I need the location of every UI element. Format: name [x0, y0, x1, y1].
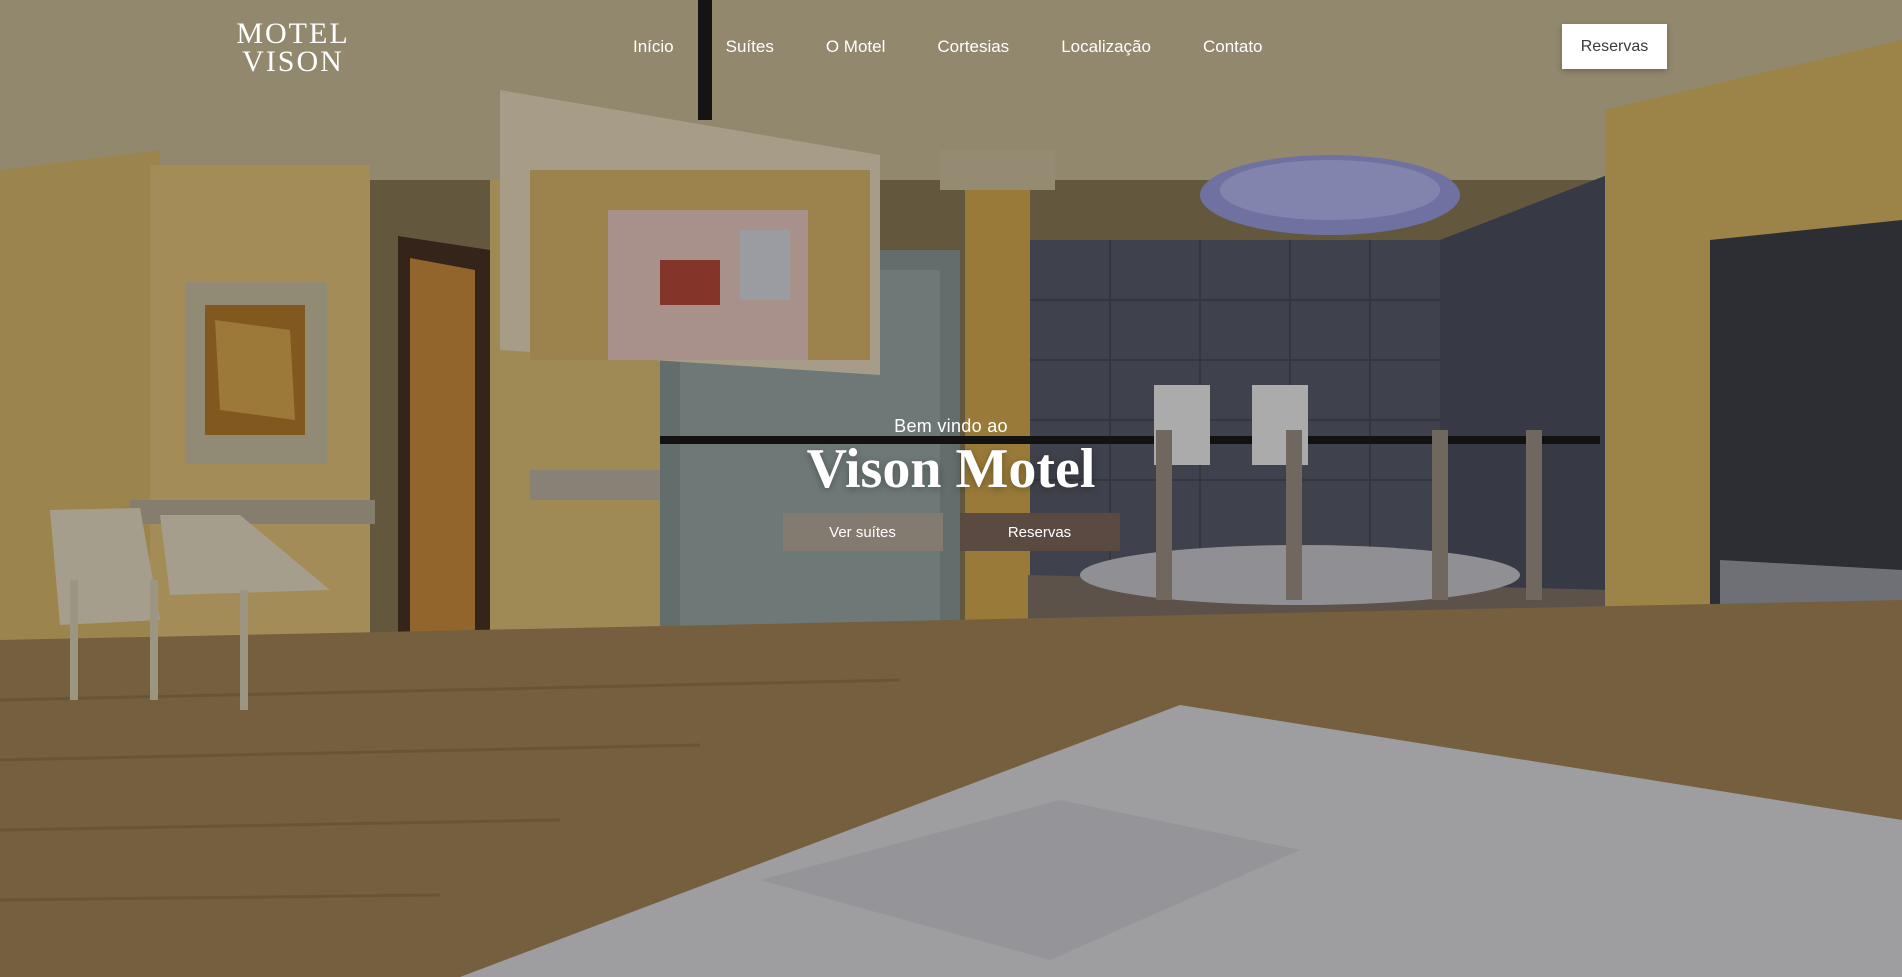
nav-cortesias[interactable]: Cortesias [937, 37, 1009, 57]
logo-line-1: MOTEL [236, 17, 350, 50]
main-nav: Início Suítes O Motel Cortesias Localiza… [633, 37, 1263, 57]
hero-title: Vison Motel [806, 438, 1096, 500]
hero-content: Bem vindo ao Vison Motel Ver suítes Rese… [0, 416, 1902, 551]
site-header: MOTEL VISON Início Suítes O Motel Cortes… [0, 0, 1902, 92]
hero-cta-group: Ver suítes Reservas [0, 513, 1902, 551]
header-reservas-button[interactable]: Reservas [1562, 24, 1667, 69]
hero-welcome: Bem vindo ao [894, 416, 1008, 436]
site-logo[interactable]: MOTEL VISON [236, 17, 350, 78]
hero-reservas-button[interactable]: Reservas [959, 513, 1120, 551]
ver-suites-button[interactable]: Ver suítes [782, 513, 943, 551]
logo-line-2: VISON [242, 45, 344, 78]
hero-section: MOTEL VISON Início Suítes O Motel Cortes… [0, 0, 1902, 977]
nav-suites[interactable]: Suítes [726, 37, 774, 57]
nav-contato[interactable]: Contato [1203, 37, 1263, 57]
nav-o-motel[interactable]: O Motel [826, 37, 886, 57]
nav-inicio[interactable]: Início [633, 37, 674, 57]
nav-localizacao[interactable]: Localização [1061, 37, 1151, 57]
